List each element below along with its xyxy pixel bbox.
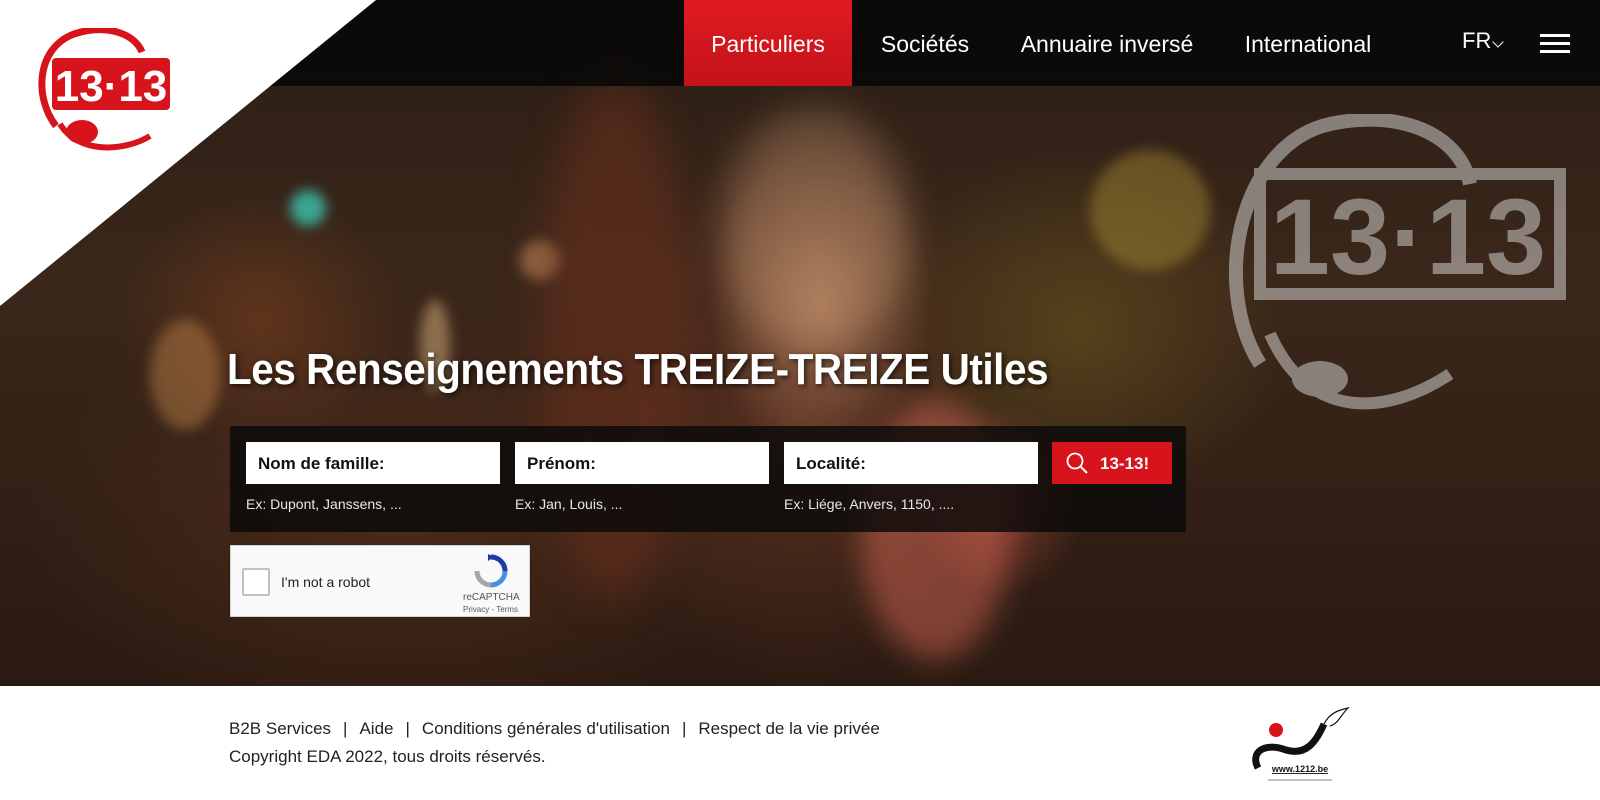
- chevron-down-icon: [1492, 36, 1504, 48]
- last-name-label: Nom de famille:: [258, 454, 385, 473]
- locality-label: Localité:: [796, 454, 866, 473]
- locality-hint: Ex: Liége, Anvers, 1150, ....: [784, 496, 955, 512]
- nav-item-societes[interactable]: Sociétés: [864, 0, 986, 86]
- first-name-hint: Ex: Jan, Louis, ...: [515, 496, 623, 512]
- footer-separator: |: [681, 719, 687, 738]
- footer: B2B Services | Aide | Conditions générales d…: [0, 686, 1600, 800]
- language-selector[interactable]: FR: [1462, 28, 1491, 54]
- locality-field[interactable]: Localité:: [784, 442, 1038, 484]
- page-title: Les Renseignements TREIZE-TREIZE Utiles: [227, 345, 1049, 394]
- footer-link-vie-privee[interactable]: Respect de la vie privée: [698, 719, 879, 738]
- nav-item-international[interactable]: International: [1230, 0, 1386, 86]
- footer-link-conditions[interactable]: Conditions générales d'utilisation: [422, 719, 670, 738]
- footer-link-b2b-services[interactable]: B2B Services: [229, 719, 331, 738]
- footer-separator: |: [405, 719, 410, 738]
- bokeh-light: [150, 320, 220, 430]
- recaptcha-brand: reCAPTCHA: [463, 592, 520, 603]
- menu-icon[interactable]: [1540, 34, 1570, 54]
- recaptcha-label: I'm not a robot: [281, 574, 371, 590]
- nav-item-annuaire-inverse[interactable]: Annuaire inversé: [1012, 0, 1202, 86]
- copyright-text: Copyright EDA 2022, tous droits réservés…: [229, 747, 546, 766]
- recaptcha-checkbox[interactable]: [242, 568, 270, 596]
- last-name-field[interactable]: Nom de famille:: [246, 442, 500, 484]
- face-blur: [720, 110, 910, 350]
- search-button[interactable]: 13-13!: [1052, 442, 1172, 484]
- first-name-label: Prénom:: [527, 454, 596, 473]
- partner-logo-text: www.1212.be: [1271, 764, 1328, 774]
- nav-item-particuliers[interactable]: Particuliers: [684, 0, 852, 86]
- watermark-logo-icon: 13·13: [1228, 114, 1566, 410]
- search-icon: [1066, 452, 1088, 474]
- recaptcha-links[interactable]: Privacy - Terms: [463, 605, 518, 614]
- brand-logo[interactable]: 13·13: [34, 28, 176, 154]
- last-name-hint: Ex: Dupont, Janssens, ...: [246, 496, 402, 512]
- footer-links: B2B Services | Aide | Conditions générales d…: [229, 719, 880, 739]
- recaptcha-widget: I'm not a robot reCAPTCHA Privacy - Term…: [230, 545, 530, 617]
- footer-link-aide[interactable]: Aide: [359, 719, 393, 738]
- page: 13·13 Les Renseignements TREIZE-TREIZE U…: [0, 0, 1600, 800]
- footer-separator: |: [343, 719, 348, 738]
- partner-logo[interactable]: www.1212.be: [1246, 704, 1350, 786]
- logo-text: 13·13: [55, 62, 168, 111]
- search-panel: Nom de famille: Ex: Dupont, Janssens, ..…: [230, 426, 1186, 532]
- search-button-label: 13-13!: [1100, 454, 1150, 473]
- first-name-field[interactable]: Prénom:: [515, 442, 769, 484]
- recaptcha-icon: [474, 554, 508, 588]
- watermark-text: 13·13: [1270, 176, 1546, 297]
- bokeh-light: [1090, 150, 1210, 270]
